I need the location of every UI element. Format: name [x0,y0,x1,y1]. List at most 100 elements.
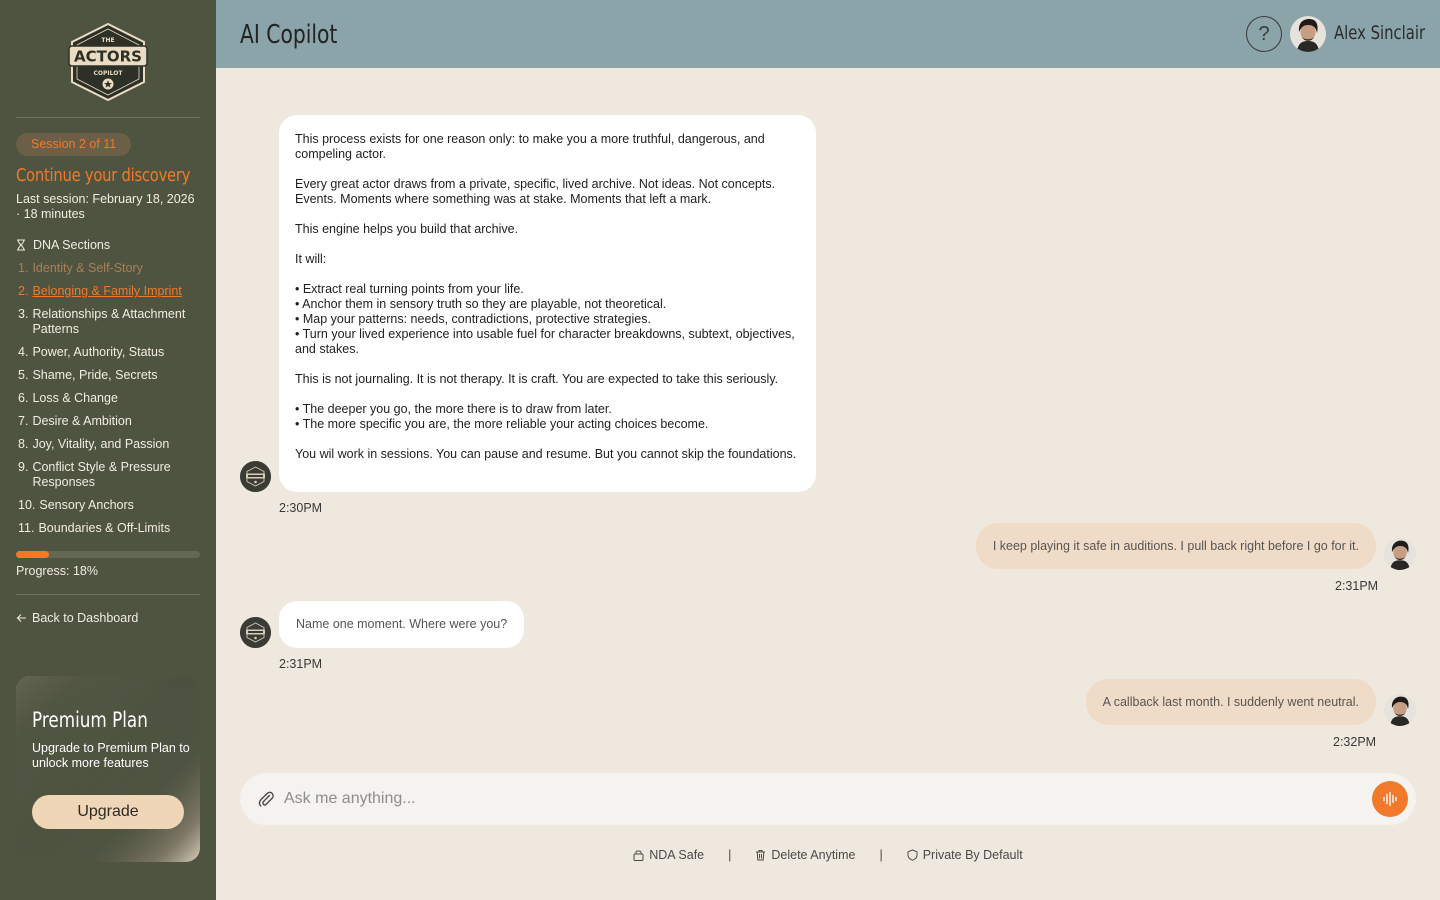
help-button[interactable]: ? [1246,16,1282,52]
nda-safe-badge: NDA Safe [633,848,704,862]
back-to-dashboard-link[interactable]: Back to Dashboard [16,611,138,625]
actors-copilot-logo-icon [240,617,271,648]
footer-divider: | [728,848,732,862]
section-number: 10. [18,498,36,512]
shield-icon [907,849,918,861]
progress-bar [16,551,200,558]
section-item-shame[interactable]: 5. Shame, Pride, Secrets [18,368,204,383]
bot-message-intro: This process exists for one reason only:… [279,115,816,492]
section-item-power[interactable]: 4. Power, Authority, Status [18,345,204,360]
progress-label: Progress: 18% [16,564,98,578]
trust-footer: NDA Safe | Delete Anytime | Private By D… [216,848,1440,862]
section-item-desire[interactable]: 7. Desire & Ambition [18,414,204,429]
message-paragraph: • Extract real turning points from your … [295,282,795,356]
user-name[interactable]: Alex Sinclair [1334,22,1425,44]
section-label: Boundaries & Off-Limits [38,521,171,535]
private-by-default-badge: Private By Default [907,848,1023,862]
section-label: Belonging & Family Imprint [32,284,182,298]
section-item-belonging[interactable]: 2. Belonging & Family Imprint [18,284,204,299]
page-title: AI Copilot [240,20,338,50]
bot-message-text: Name one moment. Where were you? [296,617,508,631]
user-message-avatar [1384,538,1416,570]
section-label: Joy, Vitality, and Passion [32,437,170,451]
section-label: Desire & Ambition [32,414,132,428]
svg-text:ACTORS: ACTORS [74,48,142,66]
section-item-joy[interactable]: 8. Joy, Vitality, and Passion [18,437,204,452]
section-label: Power, Authority, Status [32,345,165,359]
section-number: 8. [18,437,29,451]
session-badge: Session 2 of 11 [16,133,132,156]
message-paragraph: This is not journaling. It is not therap… [295,372,779,386]
section-number: 11. [18,521,35,535]
svg-text:COPILOT: COPILOT [94,70,124,77]
user-message: A callback last month. I suddenly went n… [1085,679,1376,725]
divider [16,594,200,595]
section-item-conflict[interactable]: 9. Conflict Style & Pressure Responses [18,460,204,490]
chat-composer [240,773,1416,825]
delete-anytime-badge: Delete Anytime [755,848,855,862]
sidebar: THE ACTORS COPILOT Session 2 of 11 Conti… [0,0,216,900]
section-number: 4. [18,345,29,359]
footer-divider: | [879,848,883,862]
upgrade-button[interactable]: Upgrade [32,795,184,829]
section-label: Identity & Self-Story [32,261,143,275]
back-to-dashboard-label: Back to Dashboard [32,611,139,625]
section-item-boundaries[interactable]: 11. Boundaries & Off-Limits [18,521,204,536]
message-timestamp: 2:30PM [279,501,323,515]
message-timestamp: 2:32PM [1333,735,1377,749]
trash-icon [756,850,766,861]
section-number: 5. [18,368,29,382]
section-label: Loss & Change [32,391,118,405]
section-label: Sensory Anchors [39,498,134,512]
last-session-info: Last session: February 18, 2026 · 18 min… [16,192,195,221]
dna-sections-heading: DNA Sections [16,238,110,252]
message-paragraph: This engine helps you build that archive… [295,222,519,236]
section-number: 7. [18,414,29,428]
dna-sections-list: 1. Identity & Self-Story 2. Belonging & Fa… [18,261,204,544]
chat-input[interactable] [284,773,1364,825]
user-avatar[interactable] [1290,16,1326,52]
section-label: Conflict Style & Pressure Responses [32,460,171,489]
user-avatar-image [1384,538,1416,570]
message-paragraph: You wil work in sessions. You can pause … [295,447,797,461]
dna-sections-label: DNA Sections [33,238,111,252]
lock-icon [633,850,644,861]
section-item-identity[interactable]: 1. Identity & Self-Story [18,261,204,276]
message-paragraph: • The deeper you go, the more there is t… [295,402,709,431]
arrow-left-icon [16,614,26,622]
section-number: 6. [18,391,29,405]
user-message: I keep playing it safe in auditions. I p… [975,523,1376,569]
premium-plan-description: Upgrade to Premium Plan to unlock more f… [32,741,190,770]
section-item-sensory[interactable]: 10. Sensory Anchors [18,498,204,513]
section-item-loss[interactable]: 6. Loss & Change [18,391,204,406]
section-number: 9. [18,460,29,474]
section-item-relationships[interactable]: 3. Relationships & Attachment Patterns [18,307,204,337]
discovery-title: Continue your discovery [16,165,191,186]
premium-plan-title: Premium Plan [32,708,148,732]
section-number: 3. [18,307,29,321]
nda-safe-label: NDA Safe [649,848,705,862]
actors-copilot-logo-icon [240,461,271,492]
top-header: AI Copilot ? Alex Sinclair [216,0,1440,68]
section-label: Shame, Pride, Secrets [32,368,158,382]
message-timestamp: 2:31PM [279,657,323,671]
paperclip-icon[interactable] [257,790,275,808]
section-label: Relationships & Attachment Patterns [32,307,186,336]
message-paragraph: It will: [295,252,327,266]
soundwave-icon [1383,791,1397,807]
user-avatar-image [1290,16,1326,52]
progress-bar-fill [16,551,50,558]
voice-input-button[interactable] [1372,781,1408,817]
bot-avatar [240,617,271,648]
divider [16,117,200,118]
message-timestamp: 2:31PM [1335,579,1379,593]
svg-text:THE: THE [101,37,114,44]
bot-avatar [240,461,271,492]
actors-copilot-logo[interactable]: THE ACTORS COPILOT [66,22,150,102]
user-avatar-image [1384,694,1416,726]
message-paragraph: Every great actor draws from a private, … [295,177,776,206]
section-number: 2. [18,284,29,298]
user-message-avatar [1384,694,1416,726]
private-by-default-label: Private By Default [922,848,1023,862]
section-number: 1. [18,261,29,275]
